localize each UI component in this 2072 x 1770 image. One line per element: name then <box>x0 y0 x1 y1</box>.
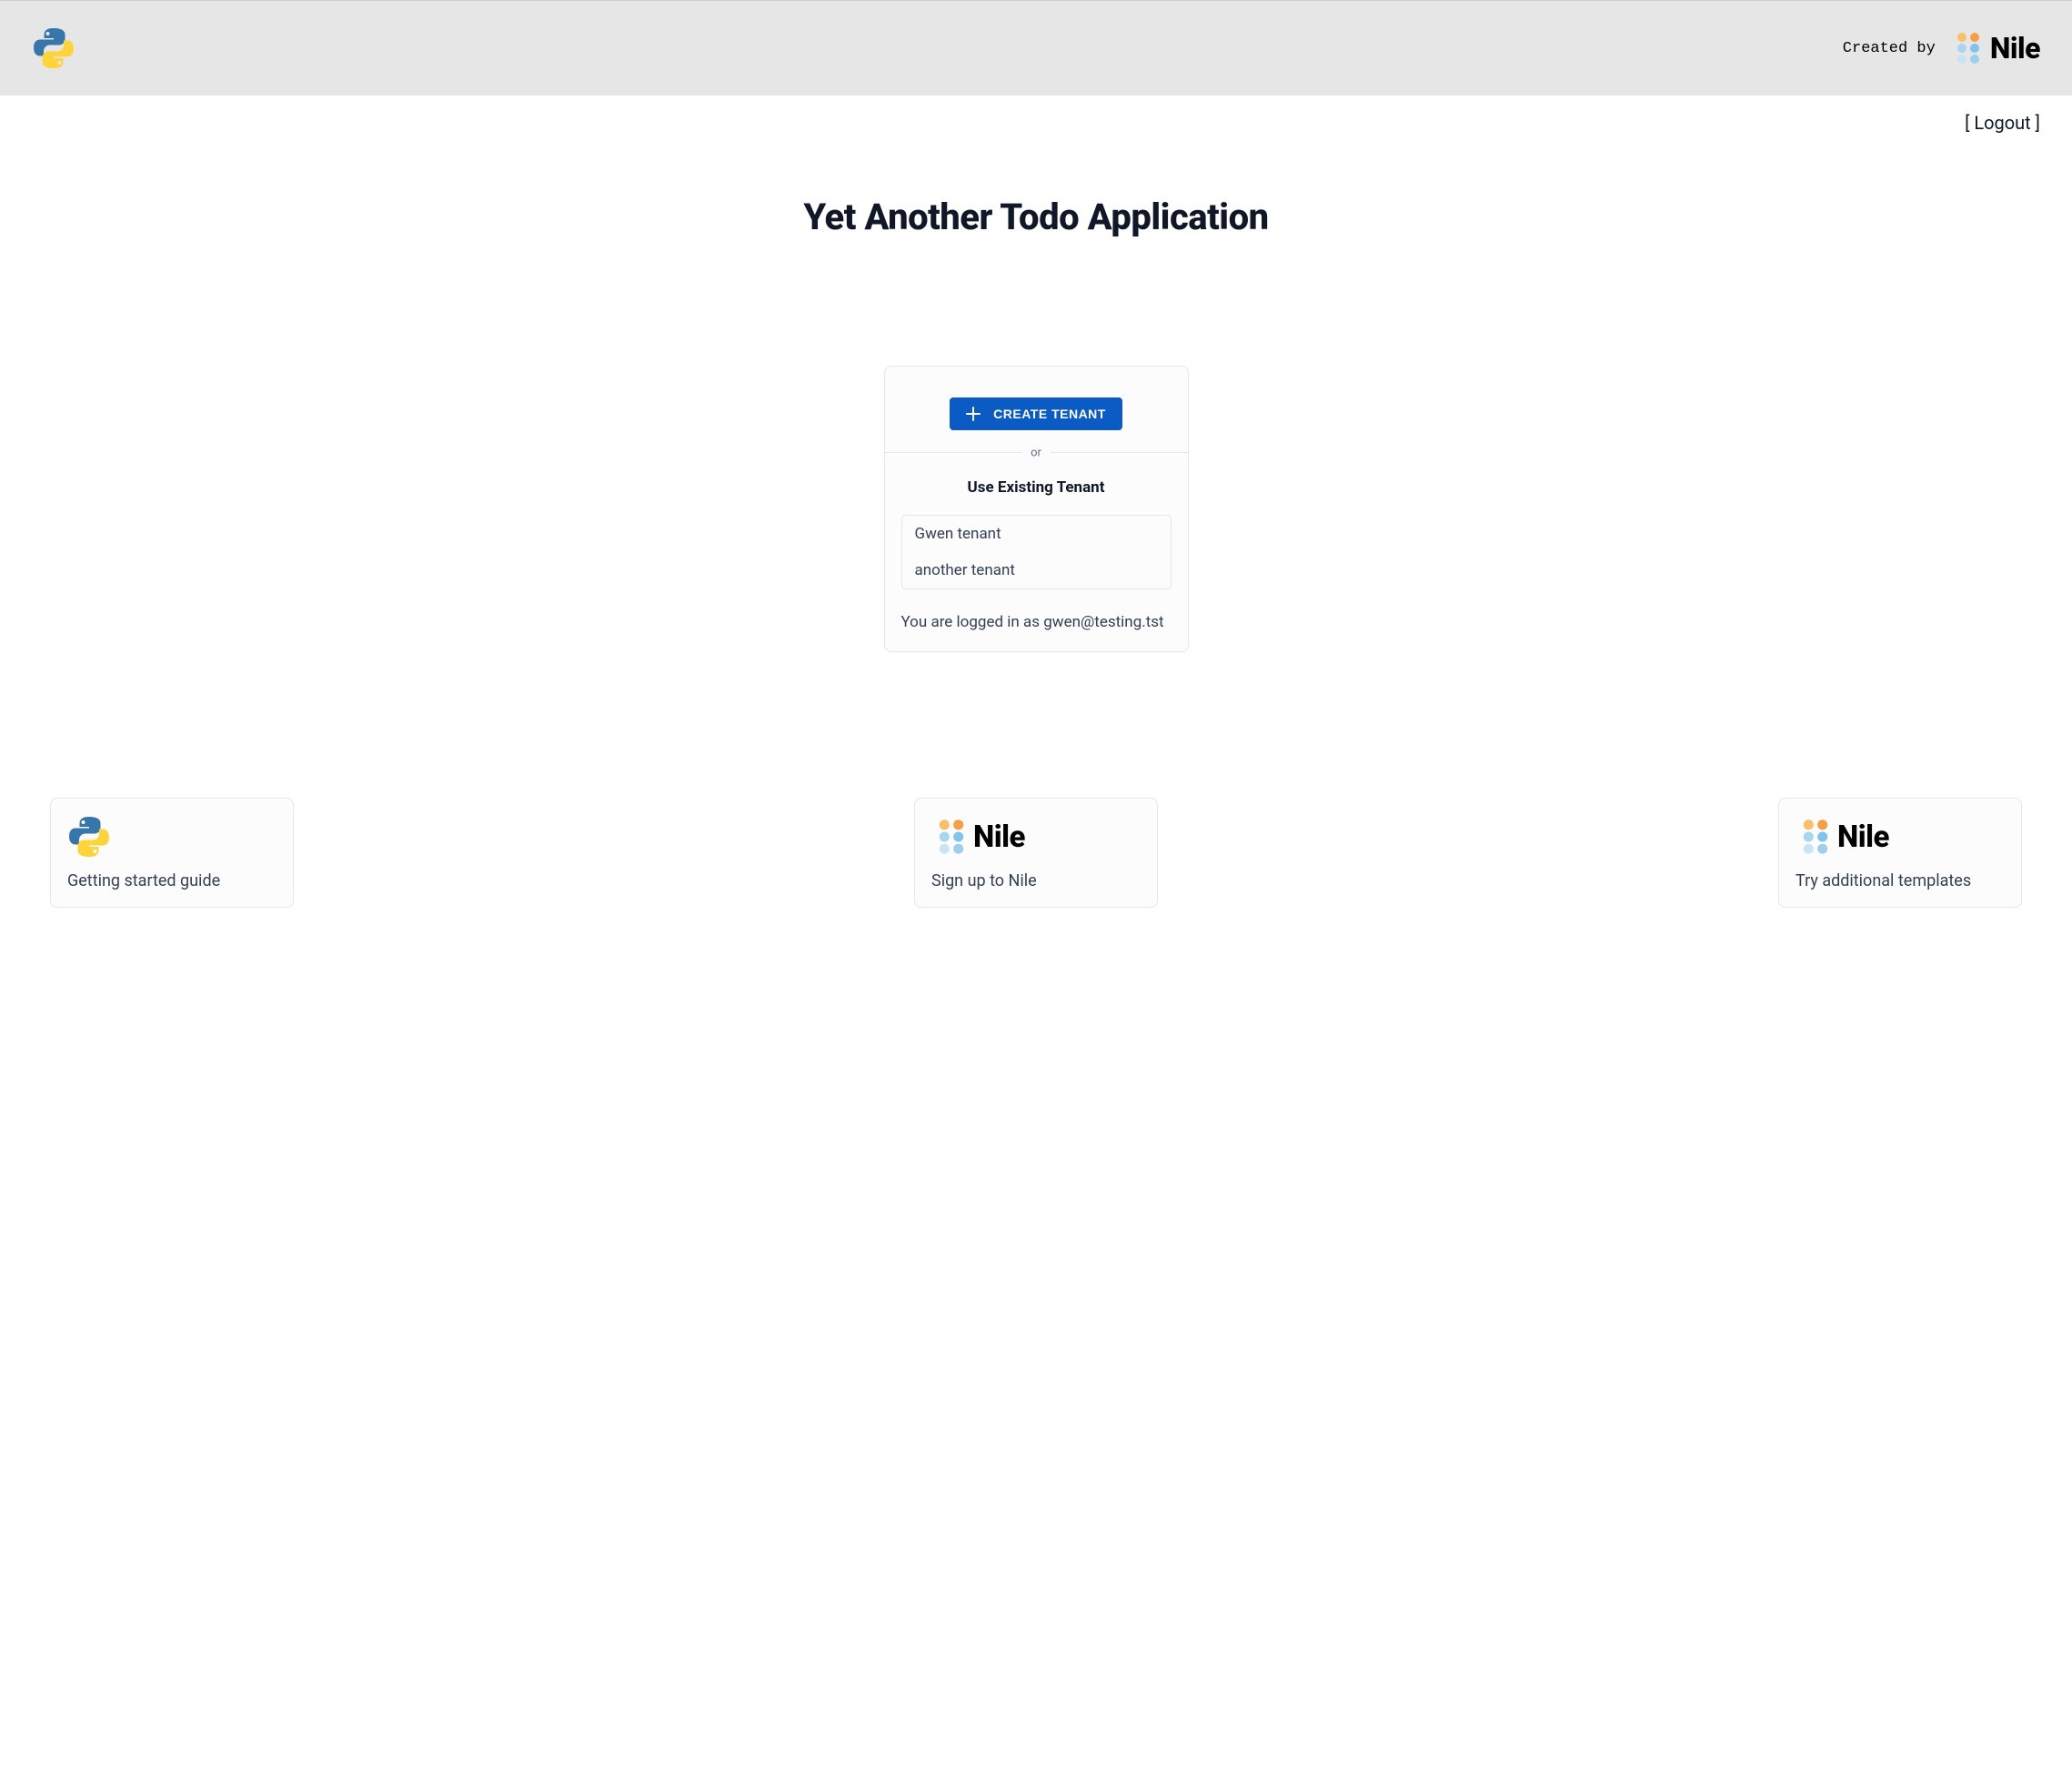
info-card-label: Try additional templates <box>1795 871 2005 890</box>
header: Created by Nile <box>0 0 2072 96</box>
info-card-label: Getting started guide <box>67 871 277 890</box>
existing-tenant-section: Use Existing Tenant Gwen tenant another … <box>885 453 1188 602</box>
created-by-label: Created by <box>1843 40 1936 57</box>
create-tenant-label: CREATE TENANT <box>993 407 1106 421</box>
python-logo-icon <box>32 26 75 70</box>
info-cards-row: Getting started guide Nile Sign up to Ni… <box>0 798 2072 908</box>
nile-logo-icon: Nile <box>1795 815 2005 859</box>
nile-brand-text: Nile <box>1837 820 1889 855</box>
logout-link[interactable]: [ Logout ] <box>1965 112 2040 134</box>
divider: or <box>885 452 1188 453</box>
tenant-card: CREATE TENANT or Use Existing Tenant Gwe… <box>884 366 1189 652</box>
logged-in-email: gwen@testing.tst <box>1043 613 1163 631</box>
info-card-getting-started[interactable]: Getting started guide <box>50 798 294 908</box>
divider-text: or <box>1021 446 1051 459</box>
info-card-templates[interactable]: Nile Try additional templates <box>1778 798 2022 908</box>
create-tenant-button[interactable]: CREATE TENANT <box>950 397 1122 430</box>
logout-bar: [ Logout ] <box>0 96 2072 150</box>
tenant-item[interactable]: Gwen tenant <box>902 516 1171 552</box>
python-logo-icon <box>67 815 277 859</box>
nile-logo[interactable]: Nile <box>1950 30 2040 66</box>
plus-icon <box>966 407 981 421</box>
info-card-signup[interactable]: Nile Sign up to Nile <box>914 798 1158 908</box>
info-card-label: Sign up to Nile <box>931 871 1141 890</box>
tenant-list: Gwen tenant another tenant <box>901 515 1172 589</box>
nile-brand-text: Nile <box>1990 31 2040 65</box>
tenant-card-top: CREATE TENANT <box>885 367 1188 452</box>
existing-tenant-title: Use Existing Tenant <box>901 478 1172 497</box>
tenant-item[interactable]: another tenant <box>902 552 1171 588</box>
nile-icon <box>1950 30 1987 66</box>
page-title: Yet Another Todo Application <box>0 196 2072 238</box>
nile-logo-icon: Nile <box>931 815 1141 859</box>
logged-in-status: You are logged in as gwen@testing.tst <box>885 602 1188 651</box>
created-by: Created by Nile <box>1843 30 2040 66</box>
logged-in-prefix: You are logged in as <box>901 613 1044 631</box>
nile-brand-text: Nile <box>973 820 1025 855</box>
